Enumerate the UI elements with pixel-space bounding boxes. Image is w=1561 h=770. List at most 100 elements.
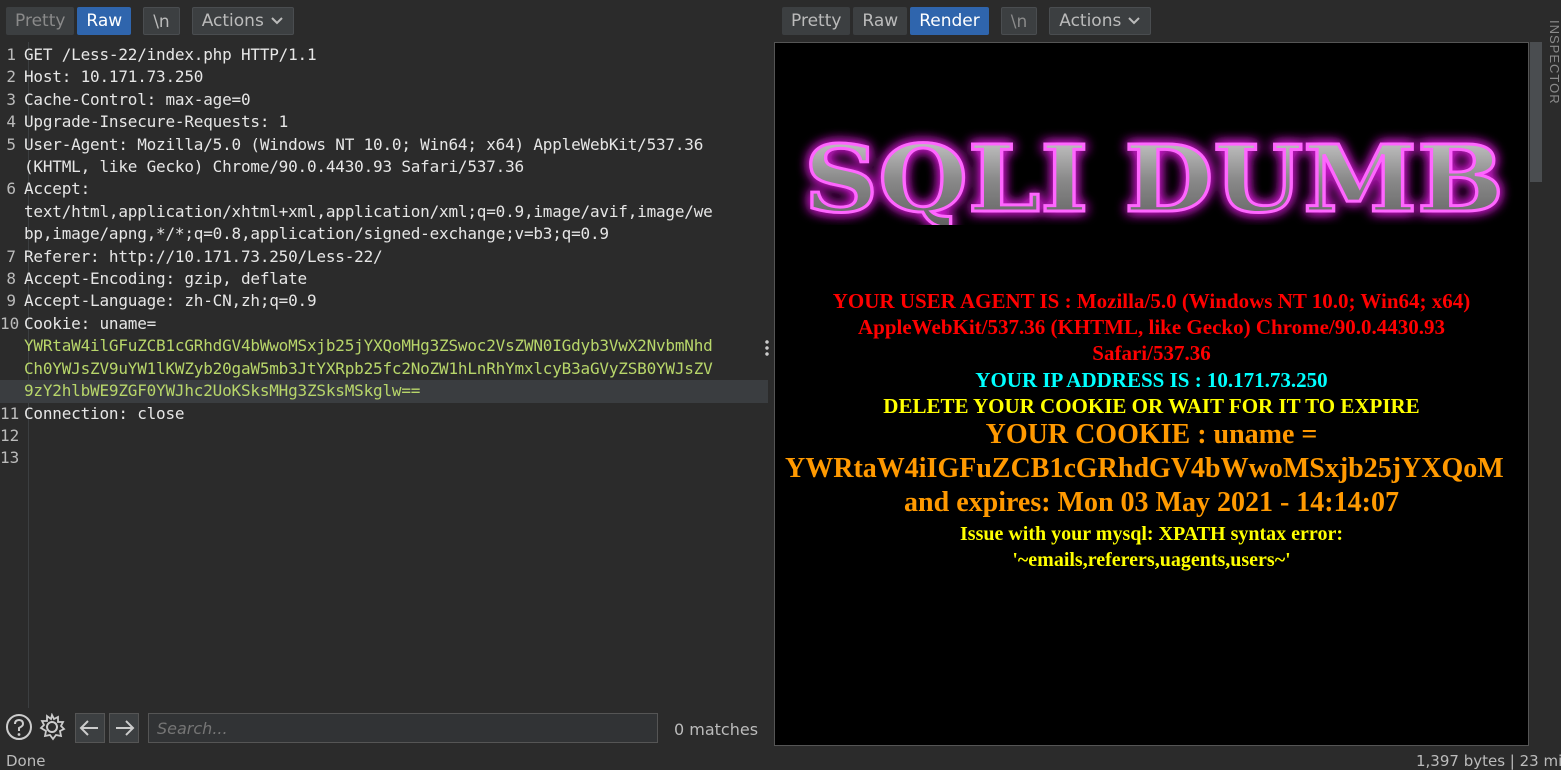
request-editor[interactable]: 1 GET /Less-22/index.php HTTP/1.1 2 Host: 1… [0, 42, 769, 708]
line-text: YWRtaW4ilGFuZCB1cGRhdGV4bWwoMSxjb25jYXQo… [24, 336, 713, 356]
request-line[interactable]: 9zY2hlbWE9ZGF0YWJhc2UoKSksMHg3ZSksMSkglw… [0, 380, 768, 403]
request-line[interactable]: 4 Upgrade-Insecure-Requests: 1 [0, 111, 768, 133]
newline-toggle-response[interactable]: \n [1000, 7, 1038, 35]
search-input[interactable] [148, 713, 658, 743]
actions-dropdown-response[interactable]: Actions [1049, 7, 1152, 35]
line-text: text/html,application/xhtml+xml,applicat… [24, 201, 713, 221]
request-line[interactable]: 12 [0, 425, 768, 447]
line-number: 10 [0, 313, 20, 333]
line-text: Upgrade-Insecure-Requests: 1 [24, 112, 289, 132]
match-count: 0 matches [674, 720, 759, 739]
line-text: Ch0YWJsZV9uYW1lKWZyb20gaW5mb3JtYXRpb25fc… [24, 358, 713, 378]
render-scrollbar-thumb[interactable] [1530, 42, 1542, 182]
raw-tab[interactable]: Raw [77, 7, 132, 35]
line-text: 9zY2hlbWE9ZGF0YWJhc2UoKSksMHg3ZSksMSkglw… [24, 381, 421, 401]
line-number: 5 [6, 134, 16, 154]
response-size: 1,397 bytes | 23 mil [1416, 752, 1561, 770]
request-line[interactable]: 11 Connection: close [0, 403, 768, 425]
line-text: (KHTML, like Gecko) Chrome/90.0.4430.93 … [24, 157, 524, 177]
line-number [0, 358, 24, 380]
overflow-dots-icon [765, 339, 769, 357]
request-line[interactable]: 7 Referer: http://10.171.73.250/Less-22/ [0, 246, 768, 268]
inspector-label: INSPECTOR [1548, 20, 1561, 105]
request-line[interactable]: 6 Accept: [0, 178, 768, 200]
mysql-error-line: Issue with your mysql: XPATH syntax erro… [960, 523, 1343, 545]
request-line[interactable]: 2 Host: 10.171.73.250 [0, 66, 768, 88]
request-line[interactable]: (KHTML, like Gecko) Chrome/90.0.4430.93 … [0, 156, 768, 178]
status-text: Done [6, 752, 46, 770]
line-text: Accept: [24, 179, 91, 199]
line-text: Accept-Language: zh-CN,zh;q=0.9 [24, 291, 317, 311]
line-number: 8 [6, 269, 16, 289]
chevron-down-icon [271, 17, 283, 25]
line-number: 12 [0, 425, 20, 445]
line-number: 2 [6, 67, 16, 87]
line-number: 6 [6, 179, 16, 199]
line-number: 9 [6, 291, 16, 311]
line-number: 7 [6, 246, 16, 266]
next-match-button[interactable] [109, 713, 139, 743]
request-toolbar: Pretty Raw \n Actions [0, 0, 770, 42]
search-bar: 0 matches [0, 708, 770, 748]
expires-line: and expires: Mon 03 May 2021 - 14:14:07 [904, 487, 1399, 518]
line-number [0, 223, 24, 245]
line-number [0, 156, 24, 178]
cookie-value-line: YWRtaW4iIGFuZCB1cGRhdGV4bWwoMSxjb25jYXQo… [785, 453, 1504, 484]
user-agent-line-3: Safari/537.36 [1092, 341, 1211, 365]
line-number [0, 335, 24, 357]
arrow-right-icon [116, 720, 135, 736]
line-number [0, 380, 24, 402]
line-text: GET /Less-22/index.php HTTP/1.1 [24, 45, 317, 64]
request-line[interactable]: Ch0YWJsZV9uYW1lKWZyb20gaW5mb3JtYXRpb25fc… [0, 358, 768, 380]
request-line[interactable]: 10 Cookie: uname= [0, 313, 768, 335]
line-text: bp,image/apng,*/*;q=0.8,application/sign… [24, 224, 609, 244]
delete-cookie-line: DELETE YOUR COOKIE OR WAIT FOR IT TO EXP… [883, 394, 1420, 418]
render-tab[interactable]: Render [910, 7, 989, 35]
request-lines: 1 GET /Less-22/index.php HTTP/1.1 2 Host: 1… [0, 44, 768, 470]
help-icon[interactable] [5, 713, 33, 741]
pretty-tab[interactable]: Pretty [6, 7, 75, 35]
line-text: Host: 10.171.73.250 [24, 67, 204, 87]
request-line[interactable]: bp,image/apng,*/*;q=0.8,application/sign… [0, 223, 768, 245]
line-text: Cache-Control: max-age=0 [24, 89, 251, 109]
pretty-tab-response[interactable]: Pretty [782, 7, 851, 35]
newline-toggle[interactable]: \n [143, 7, 180, 35]
line-number: 4 [6, 112, 16, 132]
line-text [24, 447, 768, 469]
line-text: User-Agent: Mozilla/5.0 (Windows NT 10.0… [24, 134, 704, 154]
sqli-dumb-logo: SQLI DUMB [803, 125, 1506, 225]
request-line[interactable]: 1 GET /Less-22/index.php HTTP/1.1 [0, 44, 768, 66]
render-view: SQLI DUMB YOUR USER AGENT IS : Mozilla/5… [775, 43, 1528, 745]
user-agent-line-2: AppleWebKit/537.36 (KHTML, like Gecko) C… [857, 315, 1445, 339]
logo-text: SQLI DUMB [804, 125, 1504, 225]
request-line[interactable]: 9 Accept-Language: zh-CN,zh;q=0.9 [0, 290, 768, 312]
actions-dropdown[interactable]: Actions [191, 7, 294, 35]
line-text: Connection: close [24, 403, 185, 423]
line-number: 1 [6, 45, 16, 64]
line-number: 3 [6, 89, 16, 109]
response-toolbar: Pretty Raw Render \n Actions [780, 0, 1540, 42]
line-number: 11 [0, 403, 20, 423]
request-line[interactable]: 8 Accept-Encoding: gzip, deflate [0, 268, 768, 290]
line-text: Accept-Encoding: gzip, deflate [24, 269, 307, 289]
request-line[interactable]: YWRtaW4ilGFuZCB1cGRhdGV4bWwoMSxjb25jYXQo… [0, 335, 768, 357]
request-line[interactable]: 3 Cache-Control: max-age=0 [0, 89, 768, 111]
line-text [24, 425, 768, 447]
settings-gear-icon[interactable] [38, 713, 66, 741]
actions-label-response: Actions [1059, 11, 1122, 31]
arrow-left-icon [79, 720, 98, 736]
line-text: Cookie: uname= [24, 313, 157, 333]
line-text: Referer: http://10.171.73.250/Less-22/ [24, 246, 383, 266]
line-number [0, 201, 24, 223]
xpath-error-result: '~emails,referers,uagents,users~' [1012, 549, 1291, 571]
request-line[interactable]: text/html,application/xhtml+xml,applicat… [0, 201, 768, 223]
line-number: 13 [0, 448, 20, 468]
previous-match-button[interactable] [75, 713, 105, 743]
raw-tab-response[interactable]: Raw [853, 7, 908, 35]
actions-label: Actions [201, 11, 264, 31]
cookie-label-line: YOUR COOKIE : uname = [985, 419, 1318, 450]
inspector-tab[interactable]: INSPECTOR [1548, 20, 1561, 130]
request-line[interactable]: 5 User-Agent: Mozilla/5.0 (Windows NT 10.… [0, 134, 768, 156]
user-agent-line-1: YOUR USER AGENT IS : Mozilla/5.0 (Window… [832, 289, 1471, 313]
request-line[interactable]: 13 [0, 447, 768, 469]
